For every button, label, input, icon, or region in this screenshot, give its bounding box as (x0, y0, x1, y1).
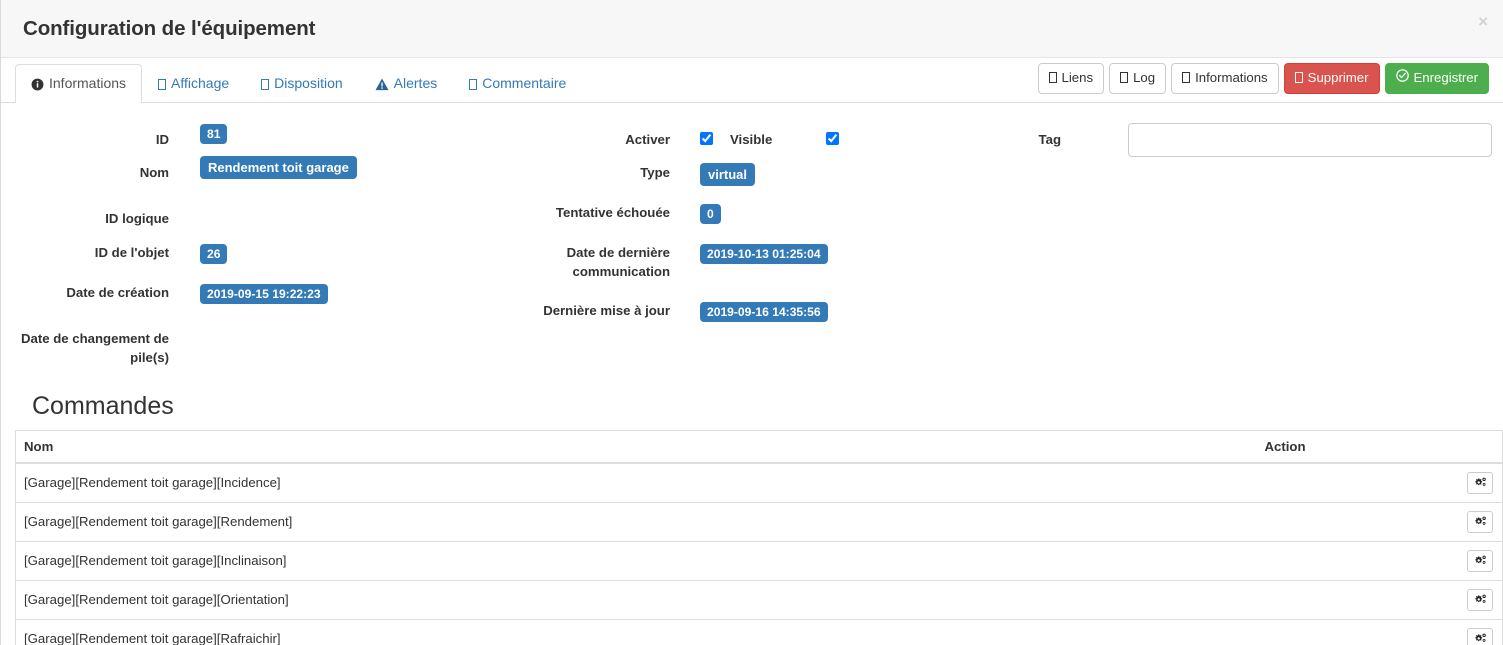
liens-button[interactable]: Liens (1037, 63, 1105, 94)
tentative-echouee-value: 0 (700, 204, 721, 225)
warning-triangle-icon (375, 78, 389, 91)
button-label: Log (1133, 70, 1156, 86)
tag-input[interactable] (1128, 123, 1492, 157)
activer-label: Activer (625, 132, 670, 147)
column-header-nom: Nom (15, 430, 1257, 464)
id-label: ID (155, 132, 169, 147)
command-action-cell (1256, 618, 1503, 645)
missing-glyph-icon (1120, 69, 1129, 88)
table-header-row: Nom Action (15, 430, 1503, 464)
commandes-table-wrapper: Nom Action [Garage][Rendement toit garag… (1, 429, 1503, 645)
header-action-buttons: Liens Log Informations Supprimer Enregis… (1037, 63, 1489, 94)
type-value: virtual (700, 163, 756, 186)
button-label: Liens (1061, 70, 1094, 86)
button-label: Supprimer (1307, 70, 1369, 86)
enregistrer-button[interactable]: Enregistrer (1384, 63, 1489, 94)
equipment-config-modal: Configuration de l'équipement × Informat… (0, 0, 1503, 645)
cogs-icon[interactable] (1467, 510, 1493, 533)
command-action-cell (1256, 462, 1503, 502)
form-body: ID 81 Nom Rendement toit garage ID logiq… (1, 103, 1503, 430)
nom-value: Rendement toit garage (200, 156, 357, 179)
tentative-echouee-label: Tentative échouée (555, 205, 670, 220)
cogs-icon[interactable] (1467, 549, 1493, 572)
command-name: [Garage][Rendement toit garage][Orientat… (15, 579, 1257, 619)
tag-label: Tag (1038, 132, 1061, 147)
activer-checkbox[interactable] (700, 132, 713, 146)
command-name: [Garage][Rendement toit garage][Incidenc… (15, 462, 1257, 502)
date-creation-label: Date de création (66, 285, 169, 300)
derniere-maj-value: 2019-09-16 14:35:56 (700, 302, 828, 323)
tab-disposition[interactable]: Disposition (245, 64, 358, 103)
tab-label: Alertes (393, 75, 438, 92)
derniere-communication-value: 2019-10-13 01:25:04 (700, 244, 828, 265)
cogs-icon[interactable] (1467, 627, 1493, 645)
id-objet-value: 26 (200, 244, 228, 265)
command-name: [Garage][Rendement toit garage][Inclinai… (15, 540, 1257, 580)
page-title: Configuration de l'équipement (23, 16, 316, 40)
tab-informations[interactable]: Informations (15, 64, 143, 103)
table-row: [Garage][Rendement toit garage][Rendemen… (15, 501, 1503, 541)
table-row: [Garage][Rendement toit garage][Incidenc… (15, 462, 1503, 502)
missing-glyph-icon (1048, 69, 1057, 88)
visible-label: Visible (730, 132, 773, 147)
close-icon[interactable]: × (1473, 11, 1493, 32)
supprimer-button[interactable]: Supprimer (1283, 63, 1380, 94)
derniere-maj-label: Dernière mise à jour (543, 303, 670, 318)
form-grid: ID 81 Nom Rendement toit garage ID logiq… (15, 115, 1492, 393)
nom-label: Nom (139, 165, 169, 180)
cogs-icon[interactable] (1467, 588, 1493, 611)
visible-checkbox[interactable] (826, 132, 839, 146)
button-label: Informations (1195, 70, 1268, 86)
tab-affichage[interactable]: Affichage (142, 64, 245, 103)
tab-label: Commentaire (482, 75, 567, 92)
table-row: [Garage][Rendement toit garage][Rafraich… (15, 618, 1503, 645)
type-label: Type (640, 165, 670, 180)
id-value: 81 (200, 124, 228, 145)
commandes-table: Nom Action [Garage][Rendement toit garag… (15, 429, 1503, 645)
tab-bar: Informations Affichage Disposition Alert… (1, 58, 1503, 103)
derniere-communication-label: Date de dernière communication (566, 245, 670, 279)
command-action-cell (1256, 579, 1503, 619)
cogs-icon[interactable] (1467, 471, 1493, 494)
modal-header: Configuration de l'équipement × (1, 0, 1503, 58)
table-row: [Garage][Rendement toit garage][Inclinai… (15, 540, 1503, 580)
missing-glyph-icon (469, 78, 478, 90)
tab-label: Disposition (274, 75, 343, 92)
date-pile-label: Date de changement de pile(s) (20, 331, 169, 365)
commandes-heading: Commandes (32, 392, 174, 420)
tab-list: Informations Affichage Disposition Alert… (15, 58, 582, 103)
informations-button[interactable]: Informations (1171, 63, 1279, 94)
button-label: Enregistrer (1413, 70, 1479, 86)
command-name: [Garage][Rendement toit garage][Rendemen… (15, 501, 1257, 541)
id-logique-label: ID logique (105, 211, 169, 226)
check-circle-icon (1395, 69, 1409, 88)
table-row: [Garage][Rendement toit garage][Orientat… (15, 579, 1503, 619)
command-action-cell (1256, 501, 1503, 541)
missing-glyph-icon (261, 78, 270, 90)
tab-label: Affichage (171, 75, 230, 92)
command-name: [Garage][Rendement toit garage][Rafraich… (15, 618, 1257, 645)
tab-commentaire[interactable]: Commentaire (453, 64, 582, 103)
missing-glyph-icon (158, 78, 167, 90)
tab-alertes[interactable]: Alertes (359, 64, 454, 103)
info-circle-icon (31, 78, 44, 91)
missing-glyph-icon (1294, 69, 1303, 88)
missing-glyph-icon (1182, 69, 1191, 88)
column-header-action: Action (1256, 430, 1503, 464)
tab-label: Informations (49, 75, 127, 92)
id-objet-label: ID de l'objet (94, 245, 169, 260)
date-creation-value: 2019-09-15 19:22:23 (200, 284, 328, 305)
command-action-cell (1256, 540, 1503, 580)
log-button[interactable]: Log (1109, 63, 1167, 94)
